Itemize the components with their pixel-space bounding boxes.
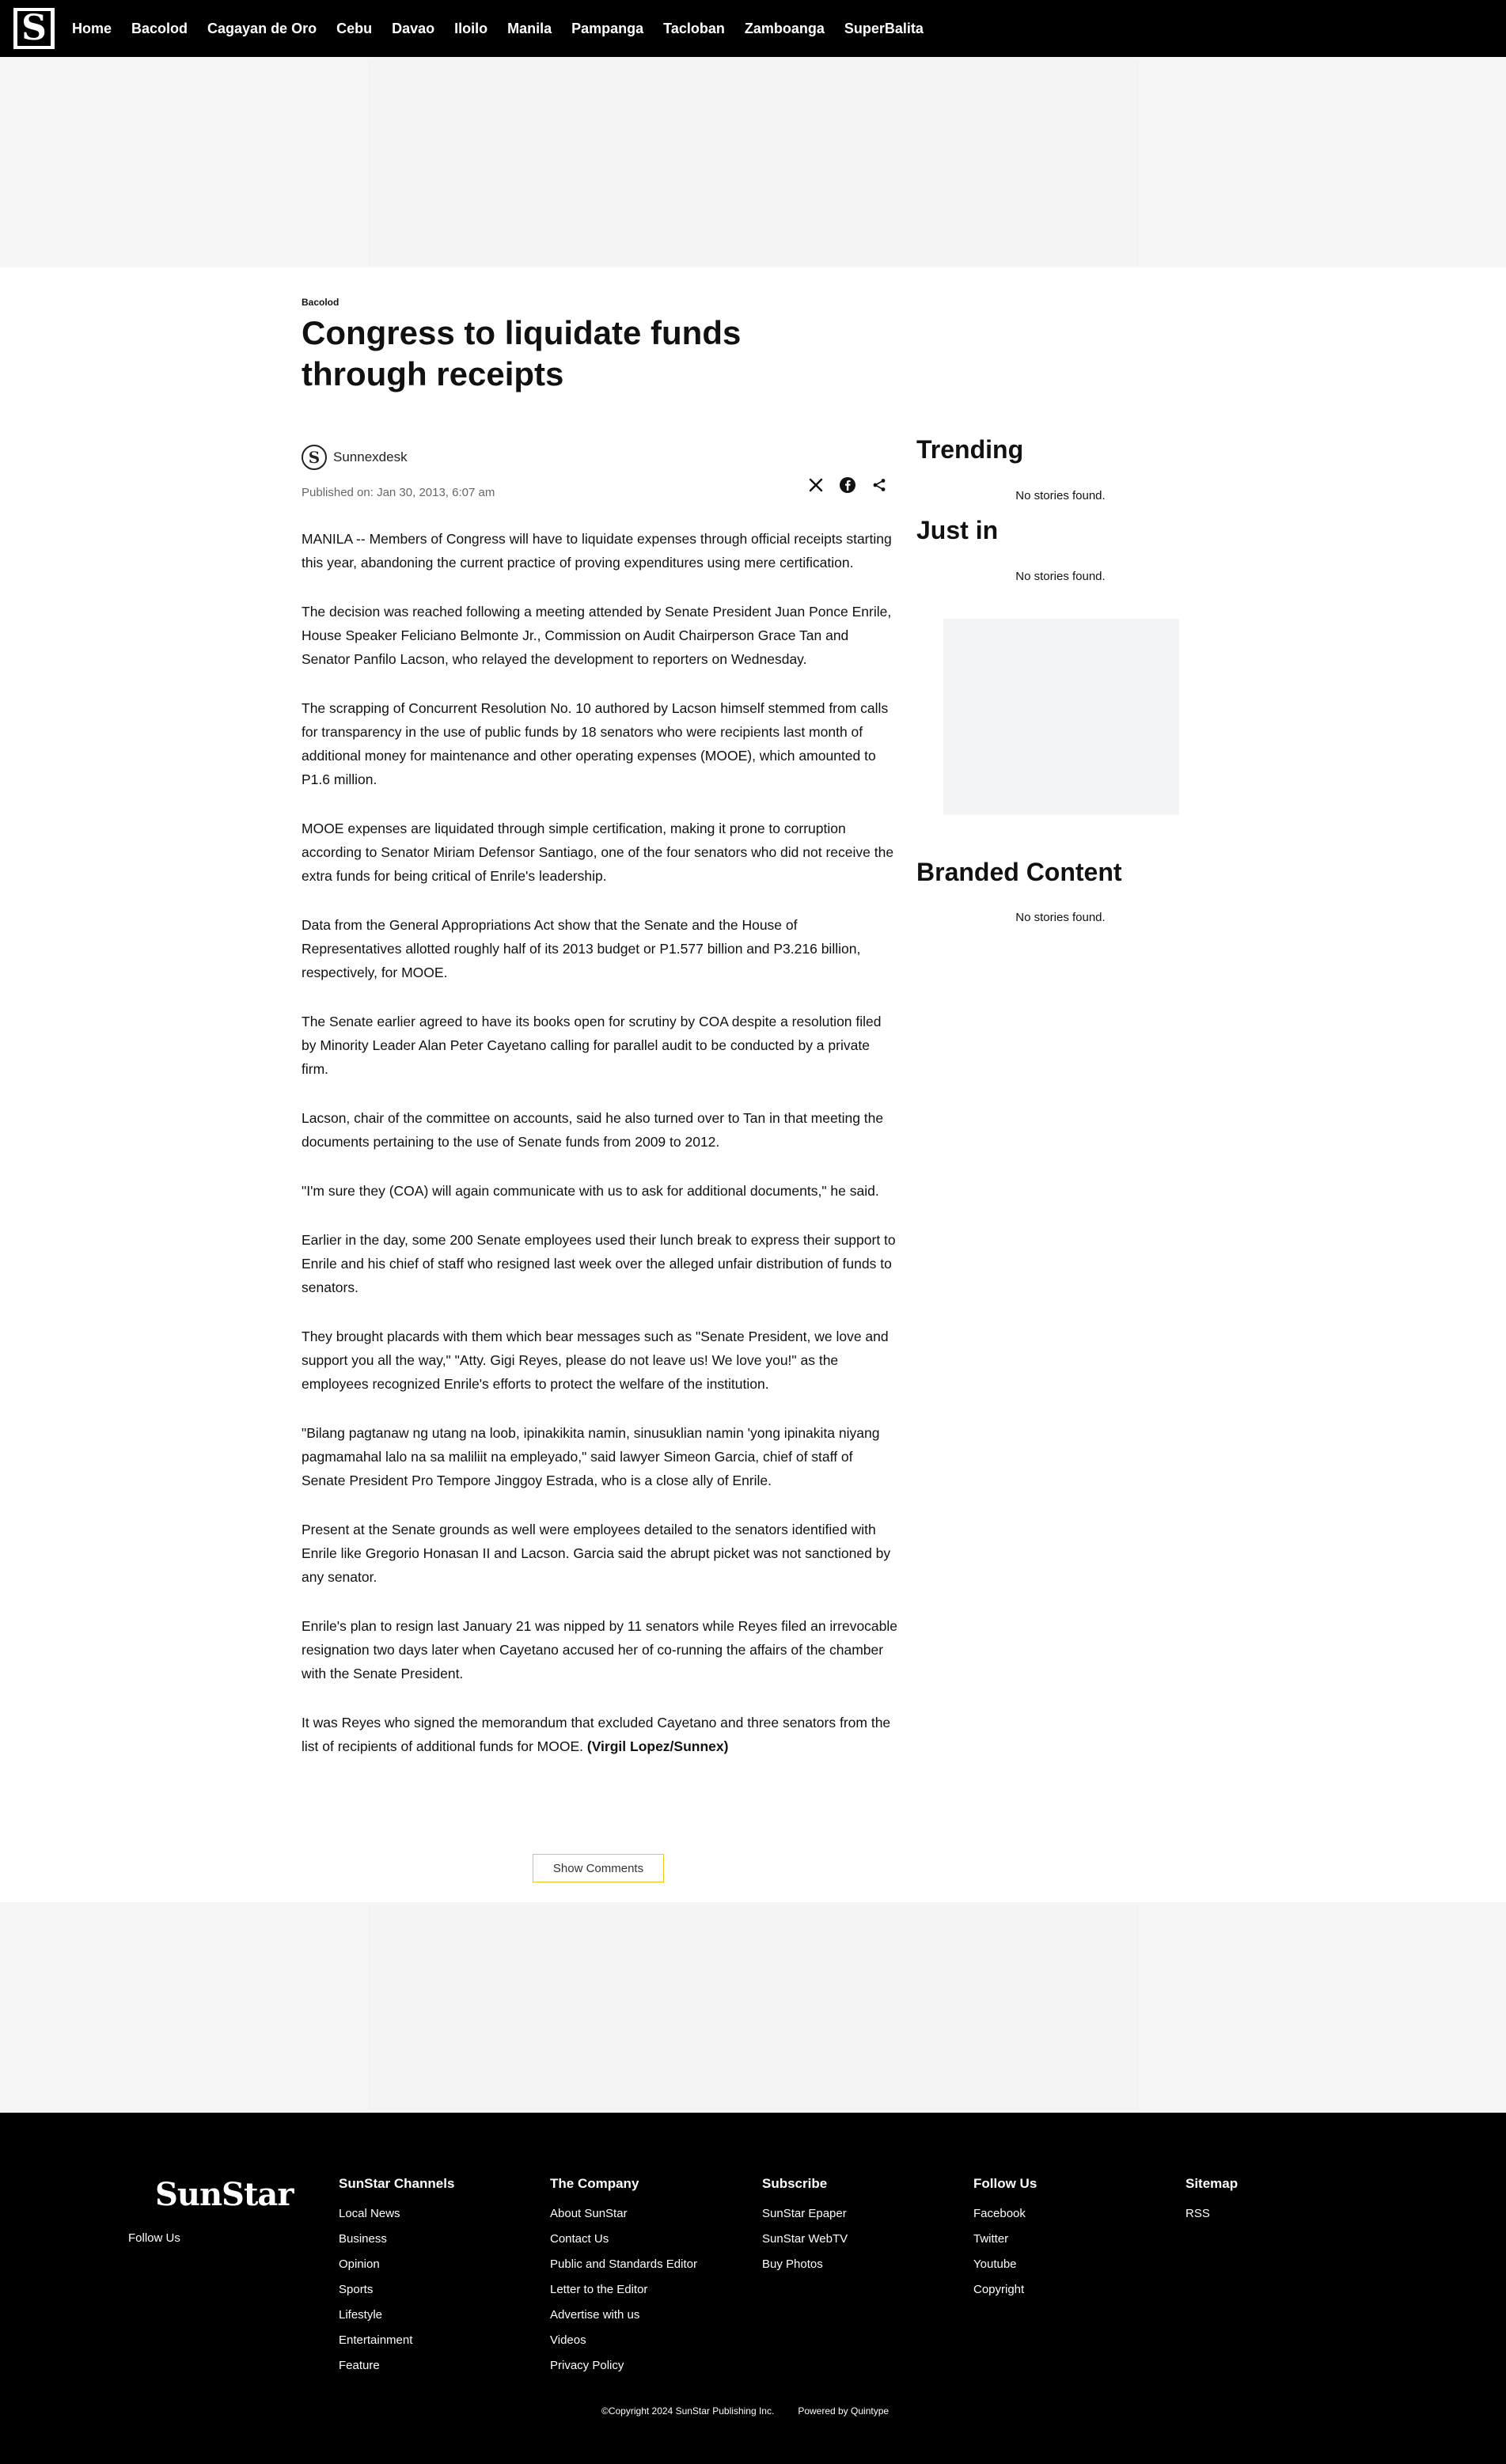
bottom-ad-slot[interactable] [369, 1905, 1138, 2110]
published-date: Published on: Jan 30, 2013, 6:07 am [302, 486, 495, 499]
article-paragraph: "Bilang pagtanaw ng utang na loob, ipina… [302, 1425, 880, 1488]
sunstar-logo[interactable]: S [13, 8, 55, 49]
footer-col-title: The Company [550, 2176, 639, 2191]
footer-link[interactable]: RSS [1185, 2201, 1238, 2227]
author-name[interactable]: Sunnexdesk [333, 449, 408, 465]
footer-link[interactable]: Buy Photos [762, 2252, 848, 2277]
footer-follow-us-link[interactable]: Follow Us [128, 2231, 180, 2245]
trending-empty-text: No stories found. [1015, 489, 1106, 502]
nav-item-superbalita[interactable]: SuperBalita [844, 21, 924, 37]
article-last-paragraph: It was Reyes who signed the memorandum t… [302, 1711, 899, 1758]
footer-col-title: Sitemap [1185, 2176, 1239, 2191]
article-paragraph: The decision was reached following a mee… [302, 604, 892, 667]
footer-col-sitemap: Sitemap RSS [1185, 2176, 1238, 2227]
footer-link[interactable]: SunStar Epaper [762, 2201, 848, 2227]
trending-heading: Trending [916, 435, 1024, 464]
footer-col-subscribe: Subscribe SunStar Epaper SunStar WebTV B… [762, 2176, 848, 2277]
footer-col-title: Subscribe [762, 2176, 828, 2191]
footer-col-title: SunStar Channels [339, 2176, 455, 2191]
article-paragraph: Present at the Senate grounds as well we… [302, 1522, 891, 1585]
footer-link[interactable]: Feature [339, 2353, 454, 2379]
footer-logo[interactable]: SunStar [155, 2176, 294, 2213]
bottom-ad-banner [0, 1902, 1506, 2113]
x-icon[interactable] [806, 475, 826, 495]
footer-col-channels: SunStar Channels Local News Business Opi… [339, 2176, 454, 2379]
nav-item-home[interactable]: Home [72, 21, 112, 37]
article-paragraph: Enrile's plan to resign last January 21 … [302, 1618, 898, 1681]
article-paragraph: MOOE expenses are liquidated through sim… [302, 821, 894, 884]
nav-item-iloilo[interactable]: Iloilo [454, 21, 487, 37]
copyright-text: ©Copyright 2024 SunStar Publishing Inc. [601, 2405, 775, 2417]
nav-item-cagayan-de-oro[interactable]: Cagayan de Oro [207, 21, 317, 37]
share-icon[interactable] [869, 475, 890, 495]
footer-link[interactable]: Sports [339, 2277, 454, 2303]
footer-link[interactable]: Contact Us [550, 2227, 697, 2252]
just-in-heading: Just in [916, 516, 999, 544]
article-paragraph: The Senate earlier agreed to have its bo… [302, 1014, 882, 1077]
footer-link[interactable]: Youtube [973, 2252, 1037, 2277]
nav-item-manila[interactable]: Manila [507, 21, 552, 37]
nav-item-pampanga[interactable]: Pampanga [571, 21, 643, 37]
article-title: Congress to liquidate funds through rece… [302, 314, 742, 392]
nav-item-zamboanga[interactable]: Zamboanga [745, 21, 825, 37]
show-comments-button[interactable]: Show Comments [533, 1854, 664, 1882]
nav-item-tacloban[interactable]: Tacloban [663, 21, 725, 37]
powered-by-link[interactable]: Powered by Quintype [798, 2405, 889, 2417]
footer-link[interactable]: Entertainment [339, 2328, 454, 2353]
just-in-empty-text: No stories found. [1015, 570, 1106, 583]
footer-link[interactable]: Public and Standards Editor [550, 2252, 697, 2277]
footer-link[interactable]: Facebook [973, 2201, 1037, 2227]
top-ad-banner [0, 57, 1506, 267]
footer-link[interactable]: Letter to the Editor [550, 2277, 697, 2303]
branded-content-heading: Branded Content [916, 858, 1122, 886]
author-avatar[interactable]: S [302, 445, 327, 470]
footer-link[interactable]: Videos [550, 2328, 697, 2353]
logo-letter: S [16, 9, 52, 47]
article-body: MANILA -- Members of Congress will have … [302, 527, 899, 1784]
footer-link[interactable]: About SunStar [550, 2201, 697, 2227]
article-paragraph: They brought placards with them which be… [302, 1329, 889, 1392]
nav-item-cebu[interactable]: Cebu [336, 21, 372, 37]
footer-link[interactable]: SunStar WebTV [762, 2227, 848, 2252]
nav-menu: Home Bacolod Cagayan de Oro Cebu Davao I… [72, 21, 943, 37]
footer-link[interactable]: Advertise with us [550, 2303, 697, 2328]
author-row: S Sunnexdesk [302, 445, 408, 470]
article-paragraph: Data from the General Appropriations Act… [302, 917, 861, 980]
footer-link[interactable]: Business [339, 2227, 454, 2252]
article-paragraph: Lacson, chair of the committee on accoun… [302, 1110, 884, 1150]
article-paragraph: "I'm sure they (COA) will again communic… [302, 1183, 879, 1199]
top-navbar: S Home Bacolod Cagayan de Oro Cebu Davao… [0, 0, 1506, 57]
article-paragraph: MANILA -- Members of Congress will have … [302, 531, 892, 571]
footer-link[interactable]: Local News [339, 2201, 454, 2227]
footer-link[interactable]: Copyright [973, 2277, 1037, 2303]
footer-link[interactable]: Lifestyle [339, 2303, 454, 2328]
footer-link[interactable]: Privacy Policy [550, 2353, 697, 2379]
nav-item-bacolod[interactable]: Bacolod [131, 21, 188, 37]
footer-col-follow-us: Follow Us Facebook Twitter Youtube Copyr… [973, 2176, 1037, 2303]
copyright-row: ©Copyright 2024 SunStar Publishing Inc. … [601, 2405, 912, 2417]
footer-col-title: Follow Us [973, 2176, 1038, 2191]
sidebar-ad-slot[interactable] [943, 619, 1179, 815]
footer-link[interactable]: Opinion [339, 2252, 454, 2277]
article-byline: (Virgil Lopez/Sunnex) [586, 1738, 729, 1754]
article-paragraph: The scrapping of Concurrent Resolution N… [302, 700, 889, 787]
top-ad-slot[interactable] [369, 60, 1138, 264]
footer: SunStar Follow Us SunStar Channels Local… [0, 2113, 1506, 2464]
nav-item-davao[interactable]: Davao [392, 21, 434, 37]
share-icons [806, 475, 901, 495]
section-label[interactable]: Bacolod [302, 297, 339, 308]
facebook-icon[interactable] [837, 475, 858, 495]
article-paragraph: Earlier in the day, some 200 Senate empl… [302, 1232, 896, 1295]
footer-col-company: The Company About SunStar Contact Us Pub… [550, 2176, 697, 2379]
footer-link[interactable]: Twitter [973, 2227, 1037, 2252]
branded-content-empty-text: No stories found. [1015, 911, 1106, 924]
